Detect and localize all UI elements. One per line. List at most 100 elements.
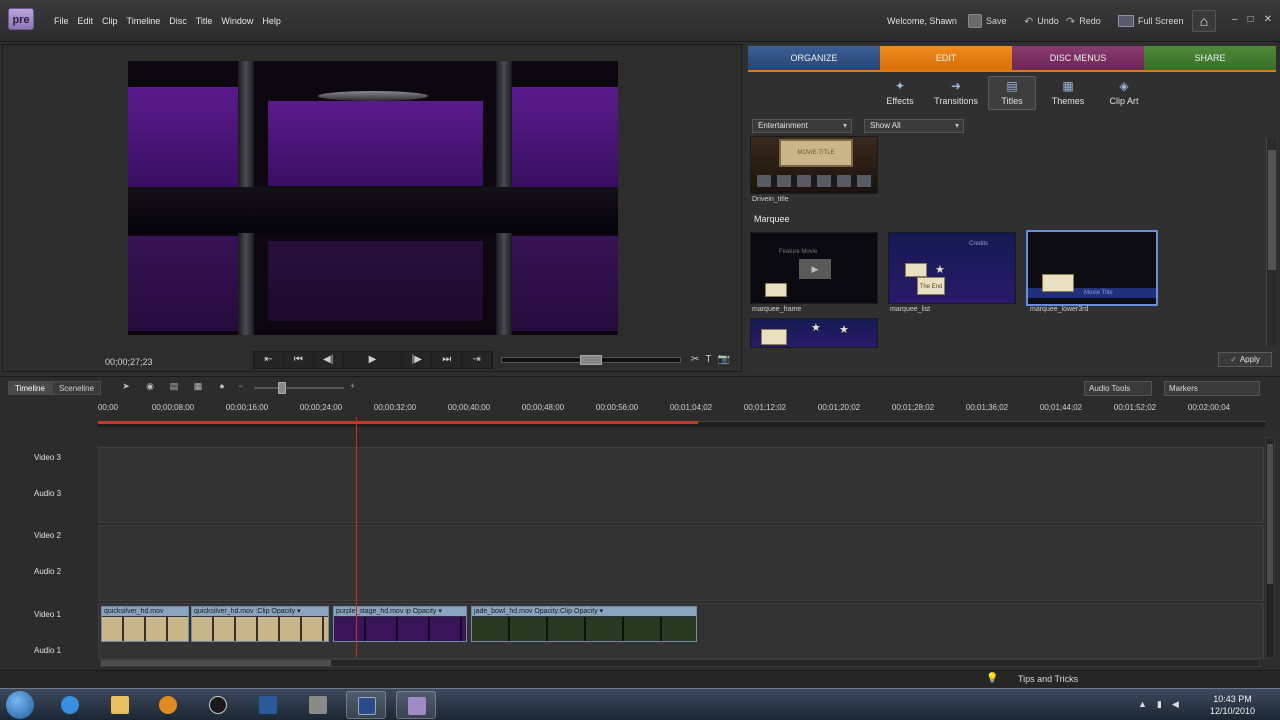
volume-icon[interactable]: ◀ — [1172, 699, 1179, 710]
monitor-panel: 00;00;27;23 ⇤ ⏮ ◀| ▶ |▶ ⏭ ⇥ ✂ T 📷 — [2, 44, 742, 372]
shuttle-slider[interactable] — [501, 355, 681, 365]
track-area-1[interactable]: quicksilver_hd.mov quicksilver_hd.mov :C… — [98, 603, 1264, 659]
timeline-horizontal-scrollbar[interactable] — [100, 659, 1260, 667]
gallery-scroll-thumb[interactable] — [1268, 150, 1276, 270]
markers-dropdown[interactable]: Markers — [1164, 381, 1260, 396]
clip-quicksilver-1[interactable]: quicksilver_hd.mov — [101, 606, 189, 642]
freeze-frame-icon[interactable]: 📷 — [718, 354, 730, 365]
taskbar-internet-explorer[interactable] — [50, 691, 90, 719]
timeline-vertical-scrollbar[interactable] — [1265, 437, 1275, 659]
fast-forward-icon[interactable]: ⏭ — [432, 352, 463, 368]
taskbar-media-player[interactable] — [148, 691, 188, 719]
time-ruler[interactable]: 00;00 00;00;08;00 00;00;16;00 00;00;24;0… — [98, 401, 1266, 433]
taskbar-remote-app[interactable] — [346, 691, 386, 719]
tab-organize[interactable]: ORGANIZE — [748, 46, 880, 70]
clip-jade-bowl[interactable]: jade_bowl_hd.mov Opacity:Clip Opacity ▾ — [471, 606, 697, 642]
apply-button[interactable]: ✓ Apply — [1218, 352, 1272, 367]
menu-timeline[interactable]: Timeline — [127, 16, 161, 26]
menu-window[interactable]: Window — [221, 16, 253, 26]
menu-clip[interactable]: Clip — [102, 16, 118, 26]
taskbar-explorer[interactable] — [100, 691, 140, 719]
frame-play-box: ▶ — [799, 259, 831, 279]
clip-quicksilver-2[interactable]: quicksilver_hd.mov :Clip Opacity ▾ — [191, 606, 329, 642]
welcome-text: Welcome, Shawn — [887, 16, 957, 26]
thumb-marquee-list[interactable]: Credits The End ★ — [888, 232, 1016, 304]
previous-frame-icon[interactable]: ◀| — [314, 352, 344, 368]
save-button[interactable]: Save — [968, 12, 1007, 30]
clip-art-button[interactable]: ◈ Clip Art — [1100, 76, 1148, 110]
track-area-3[interactable] — [98, 447, 1264, 523]
lightbulb-icon: 💡 — [986, 673, 999, 684]
add-text-icon[interactable]: T — [705, 354, 711, 365]
current-timecode[interactable]: 00;00;27;23 — [105, 357, 153, 367]
tab-edit[interactable]: EDIT — [880, 46, 1012, 70]
timeline-hscroll-thumb[interactable] — [101, 660, 331, 666]
play-icon[interactable]: ▶ — [344, 352, 403, 368]
zoom-out-button[interactable]: − — [238, 381, 243, 391]
smart-fix-icon[interactable]: ◉ — [142, 381, 158, 395]
track-view-icon[interactable]: ▤ — [166, 381, 182, 395]
step-back-icon[interactable]: ⇤ — [254, 352, 284, 368]
rewind-icon[interactable]: ⏮ — [284, 352, 314, 368]
system-clock[interactable]: 10:43 PM 12/10/2010 — [1210, 693, 1255, 717]
minimize-button[interactable]: – — [1232, 14, 1238, 25]
transitions-button[interactable]: ➜ Transitions — [932, 76, 980, 110]
work-area-bar[interactable] — [98, 421, 698, 424]
menu-help[interactable]: Help — [262, 16, 281, 26]
next-frame-icon[interactable]: |▶ — [402, 352, 433, 368]
start-button[interactable] — [6, 691, 34, 719]
thumb-marquee-lower3rd[interactable]: Movie Title — [1026, 230, 1158, 306]
shuttle-knob[interactable] — [580, 355, 602, 365]
gallery-scrollbar[interactable] — [1266, 138, 1276, 346]
split-clip-icon[interactable]: ✂ — [691, 354, 699, 365]
clip-purple-stage[interactable]: purple_stage_hd.mov ip Opacity ▾ — [333, 606, 467, 642]
tab-sceneline[interactable]: Sceneline — [51, 381, 102, 395]
category-dropdown[interactable]: Entertainment — [752, 119, 852, 133]
show-hidden-icons-icon[interactable]: ▲ — [1138, 699, 1147, 710]
thumb-drivein-title[interactable]: MOVIE TITLE — [750, 136, 878, 194]
tab-share[interactable]: SHARE — [1144, 46, 1276, 70]
section-marquee-heading: Marquee — [754, 214, 790, 224]
menu-disc[interactable]: Disc — [169, 16, 187, 26]
timeline-vscroll-thumb[interactable] — [1267, 444, 1273, 584]
video-preview[interactable] — [128, 61, 618, 335]
current-time-indicator[interactable] — [356, 417, 357, 657]
thumb-marquee-stars[interactable]: ★ ★ — [750, 318, 878, 348]
effects-label: Effects — [886, 96, 914, 106]
full-screen-button[interactable]: Full Screen — [1118, 12, 1184, 30]
network-icon[interactable]: ▮ — [1157, 699, 1162, 710]
taskbar-blank-app[interactable] — [298, 691, 338, 719]
track-area-2[interactable] — [98, 525, 1264, 601]
full-screen-label: Full Screen — [1138, 16, 1184, 26]
effects-button[interactable]: ✦ Effects — [876, 76, 924, 110]
tab-disc-menus[interactable]: DISC MENUS — [1012, 46, 1144, 70]
taskbar-checkmark-app[interactable] — [248, 691, 288, 719]
stars-card — [761, 329, 787, 345]
narration-icon[interactable]: ● — [214, 381, 230, 395]
titles-button[interactable]: ▤ Titles — [988, 76, 1036, 110]
filter-dropdown[interactable]: Show All — [864, 119, 964, 133]
menu-file[interactable]: File — [54, 16, 69, 26]
step-forward-icon[interactable]: ⇥ — [462, 352, 492, 368]
tab-timeline[interactable]: Timeline — [8, 381, 52, 395]
thumb-marquee-frame[interactable]: Feature Movie ▶ — [750, 232, 878, 304]
maximize-button[interactable]: □ — [1248, 14, 1254, 25]
undo-button[interactable]: ↶ Undo — [1024, 12, 1059, 30]
menu-edit[interactable]: Edit — [78, 16, 94, 26]
selection-tool-icon[interactable]: ➤ — [118, 381, 134, 395]
home-button[interactable]: ⌂ — [1192, 10, 1216, 32]
zoom-slider-knob[interactable] — [278, 382, 286, 394]
menu-title[interactable]: Title — [196, 16, 213, 26]
redo-button[interactable]: ↷ Redo — [1066, 12, 1101, 30]
smart-mix-icon[interactable]: ▦ — [190, 381, 206, 395]
themes-button[interactable]: ▦ Themes — [1044, 76, 1092, 110]
audio-tools-dropdown[interactable]: Audio Tools — [1084, 381, 1152, 396]
close-button[interactable]: ✕ — [1264, 14, 1272, 25]
lower3rd-card — [1042, 274, 1074, 292]
blank-app-icon — [309, 696, 327, 714]
zoom-slider[interactable] — [254, 387, 344, 389]
taskbar-hp[interactable] — [198, 691, 238, 719]
zoom-in-button[interactable]: + — [350, 381, 355, 391]
tips-and-tricks-link[interactable]: Tips and Tricks — [1018, 674, 1078, 684]
taskbar-premiere-elements[interactable] — [396, 691, 436, 719]
